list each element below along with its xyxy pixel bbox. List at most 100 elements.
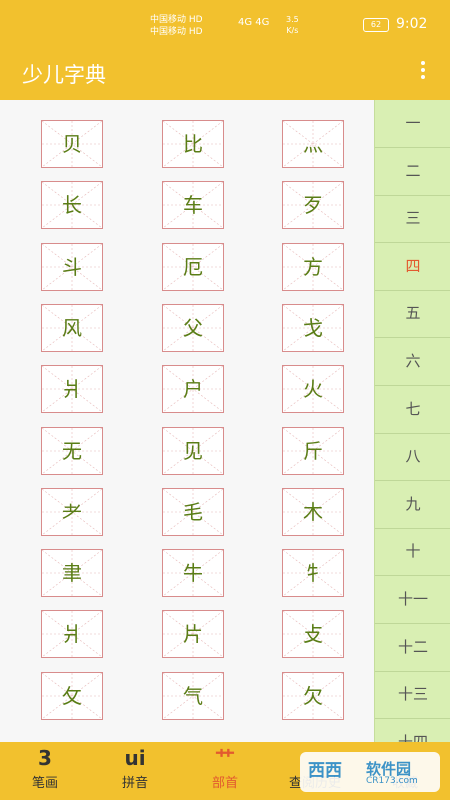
radical-cell[interactable]: 户 xyxy=(162,365,224,414)
radical-char: 牜 xyxy=(303,561,323,586)
radical-cell[interactable]: 木 xyxy=(282,487,344,536)
radical-cell[interactable]: 父 xyxy=(162,303,224,352)
radical-char: 户 xyxy=(183,377,203,402)
stroke-index-item[interactable]: 六 xyxy=(375,338,450,386)
radical-char: 聿 xyxy=(62,561,82,586)
radical-char: 爿 xyxy=(62,377,82,402)
radical-cell[interactable]: 厄 xyxy=(162,242,224,291)
radical-char: 方 xyxy=(303,254,323,279)
tab-label: 笔画 xyxy=(31,776,58,791)
radical-cell[interactable]: 欠 xyxy=(282,671,344,720)
radical-cell[interactable]: 牜 xyxy=(282,549,344,598)
radical-char: 父 xyxy=(183,315,203,340)
radical-char: 车 xyxy=(183,193,203,218)
radical-grid: 贝比灬长车歹斗厄方风父戈爿户火无见斤耂毛木聿牛牜爿片攴攵气欠 xyxy=(0,100,374,742)
stroke-index-item[interactable]: 三 xyxy=(375,195,450,244)
tab-2[interactable]: 艹部首 xyxy=(180,742,270,800)
radical-char: 攵 xyxy=(62,683,82,708)
stroke-index-item[interactable]: 九 xyxy=(375,481,450,529)
radical-char: 耂 xyxy=(62,499,82,524)
radical-char: 戈 xyxy=(303,315,323,340)
radical-cell[interactable]: 戈 xyxy=(282,303,344,352)
speed-unit: K/s xyxy=(286,26,299,35)
network-indicator: 4G 4G xyxy=(238,17,270,28)
radical-cell[interactable]: 方 xyxy=(282,242,344,291)
clock: 9:02 xyxy=(396,16,428,32)
stroke-index-item[interactable]: 十三 xyxy=(375,671,450,720)
radical-cell[interactable]: 火 xyxy=(282,365,344,414)
stroke-index-item[interactable]: 十二 xyxy=(375,624,450,672)
stroke-index-item[interactable]: 十一 xyxy=(375,576,450,624)
stroke-index-item[interactable]: 十 xyxy=(375,528,450,577)
radical-cell[interactable]: 无 xyxy=(41,426,103,475)
radical-cell[interactable]: 长 xyxy=(41,181,103,230)
battery-icon: 62 xyxy=(363,18,389,32)
radical-char: 木 xyxy=(303,499,323,524)
stroke-index-item[interactable]: 四 xyxy=(375,243,450,291)
watermark-sub: CR173.com xyxy=(366,776,418,786)
radical-cell[interactable]: 斤 xyxy=(282,426,344,475)
stroke-index-item[interactable]: 八 xyxy=(375,433,450,482)
tab-label: 拼音 xyxy=(121,776,148,791)
stroke-index-item[interactable]: 五 xyxy=(375,290,450,339)
radical-cell[interactable]: 片 xyxy=(162,610,224,659)
radical-char: 牛 xyxy=(183,561,203,586)
radical-char: 灬 xyxy=(303,132,323,156)
radical-char: 斗 xyxy=(62,254,82,279)
radical-cell[interactable]: 聿 xyxy=(41,549,103,598)
tab-icon: 艹 xyxy=(215,746,235,770)
radical-cell[interactable]: 攴 xyxy=(282,610,344,659)
carrier-2: 中国移动 HD xyxy=(150,27,203,37)
tab-1[interactable]: ui 拼音 xyxy=(90,742,180,800)
radical-cell[interactable]: 灬 xyxy=(282,120,344,168)
radical-cell[interactable]: 风 xyxy=(41,303,103,352)
radical-cell[interactable]: 歹 xyxy=(282,181,344,230)
battery-level: 62 xyxy=(370,20,382,29)
radical-char: 片 xyxy=(183,622,203,647)
watermark-logo-text: 西西 xyxy=(308,761,342,781)
radical-char: 见 xyxy=(183,438,203,463)
radical-char: 毛 xyxy=(183,499,203,524)
stroke-index-item[interactable]: 二 xyxy=(375,148,450,196)
radical-cell[interactable]: 牛 xyxy=(162,549,224,598)
stroke-index-item[interactable]: 七 xyxy=(375,386,450,434)
radical-char: 气 xyxy=(183,683,203,708)
tab-icon: ui xyxy=(124,746,146,770)
stroke-index-item[interactable]: 一 xyxy=(375,100,450,148)
carrier-info: 中国移动 HD 中国移动 HD xyxy=(150,14,203,38)
radical-char: 火 xyxy=(303,377,323,402)
radical-cell[interactable]: 斗 xyxy=(41,242,103,291)
radical-cell[interactable]: 贝 xyxy=(41,120,103,168)
tab-icon: 3 xyxy=(38,746,52,770)
radical-char: 攴 xyxy=(303,622,323,647)
stroke-count-index: 一二三四五六七八九十十一 十二 十三 十四 xyxy=(374,100,450,742)
radical-char: 欠 xyxy=(303,683,323,708)
carrier-1: 中国移动 HD xyxy=(150,15,203,25)
radical-cell[interactable]: 爿 xyxy=(41,365,103,414)
radical-char: 无 xyxy=(62,438,82,463)
radical-cell[interactable]: 车 xyxy=(162,181,224,230)
status-bar: 中国移动 HD 中国移动 HD 4G 4G 3.5 K/s 62 9:02 xyxy=(0,0,450,44)
radical-char: 贝 xyxy=(62,132,82,156)
speed-value: 3.5 xyxy=(286,15,299,24)
radical-char: 斤 xyxy=(303,438,323,463)
radical-cell[interactable]: 气 xyxy=(162,671,224,720)
radical-cell[interactable]: 攵 xyxy=(41,671,103,720)
stroke-index-item[interactable]: 十四 xyxy=(375,719,450,742)
radical-cell[interactable]: 毛 xyxy=(162,487,224,536)
radical-cell[interactable]: 耂 xyxy=(41,487,103,536)
radical-char: 歹 xyxy=(303,193,323,218)
tab-label: 部首 xyxy=(211,776,238,791)
radical-char: 厄 xyxy=(183,254,203,279)
radical-char: 爿 xyxy=(62,622,82,647)
radical-cell[interactable]: 爿 xyxy=(41,610,103,659)
watermark-logo: 西西 软件园 CR173.com xyxy=(300,752,440,792)
radical-cell[interactable]: 见 xyxy=(162,426,224,475)
app-title: 少儿字典 xyxy=(22,63,106,87)
app-bar: 少儿字典 xyxy=(0,44,450,100)
radical-cell[interactable]: 比 xyxy=(162,120,224,168)
tab-0[interactable]: 3 笔画 xyxy=(0,742,90,800)
radical-char: 长 xyxy=(62,193,82,218)
more-vert-icon[interactable] xyxy=(412,58,434,86)
radical-char: 风 xyxy=(62,315,82,340)
